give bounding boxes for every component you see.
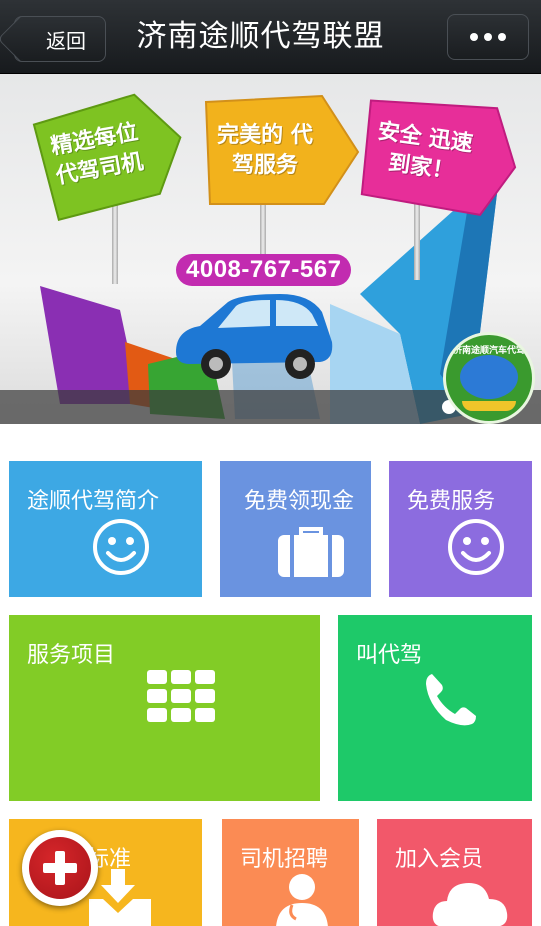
tile-call-driver[interactable]: 叫代驾 bbox=[338, 615, 532, 801]
banner-sign: 完美的 代驾服务 bbox=[202, 92, 360, 210]
plus-icon bbox=[29, 837, 91, 899]
tile-label: 叫代驾 bbox=[356, 643, 423, 668]
tile-label: 免费领现金 bbox=[244, 489, 355, 514]
smiley-icon bbox=[93, 519, 149, 575]
phone-icon bbox=[426, 674, 476, 726]
back-button-label: 返回 bbox=[46, 28, 86, 53]
page: 返回 济南途顺代驾联盟 精选每位 代驾司机 完美的 代驾服务 安全 迅速 到家！… bbox=[0, 0, 541, 926]
download-icon bbox=[89, 869, 151, 926]
more-dots-icon bbox=[498, 33, 506, 41]
banner-sign: 安全 迅速 到家！ bbox=[353, 86, 518, 224]
back-button[interactable]: 返回 bbox=[14, 16, 106, 62]
more-dots-icon bbox=[484, 33, 492, 41]
tile-join-member[interactable]: 加入会员 bbox=[377, 819, 532, 926]
tile-free-service[interactable]: 免费服务 bbox=[389, 461, 532, 597]
tile-label: 服务项目 bbox=[27, 643, 116, 668]
doctor-icon bbox=[276, 874, 328, 926]
company-logo: 济南途顺汽车代驾 bbox=[443, 332, 535, 424]
page-title: 济南途顺代驾联盟 bbox=[136, 19, 385, 54]
tile-label: 加入会员 bbox=[395, 847, 484, 872]
top-nav-bar: 返回 济南途顺代驾联盟 bbox=[0, 0, 541, 74]
banner-carousel[interactable]: 精选每位 代驾司机 完美的 代驾服务 安全 迅速 到家！ 4008-767-56… bbox=[0, 74, 541, 424]
more-menu-button[interactable] bbox=[447, 14, 529, 60]
tile-intro[interactable]: 途顺代驾简介 bbox=[9, 461, 202, 597]
tile-label: 免费服务 bbox=[407, 489, 496, 514]
floating-add-button[interactable] bbox=[22, 830, 98, 906]
more-dots-icon bbox=[470, 33, 478, 41]
cloud-icon bbox=[432, 883, 508, 926]
tile-driver-recruitment[interactable]: 司机招聘 bbox=[222, 819, 359, 926]
grid-icon bbox=[147, 670, 215, 722]
car-illustration bbox=[176, 294, 333, 379]
tile-services[interactable]: 服务项目 bbox=[9, 615, 320, 801]
smiley-icon bbox=[448, 519, 504, 575]
tile-free-cash[interactable]: 免费领现金 bbox=[220, 461, 371, 597]
briefcase-icon bbox=[278, 527, 344, 577]
tile-label: 司机招聘 bbox=[240, 847, 329, 872]
tile-label: 途顺代驾简介 bbox=[27, 489, 160, 514]
